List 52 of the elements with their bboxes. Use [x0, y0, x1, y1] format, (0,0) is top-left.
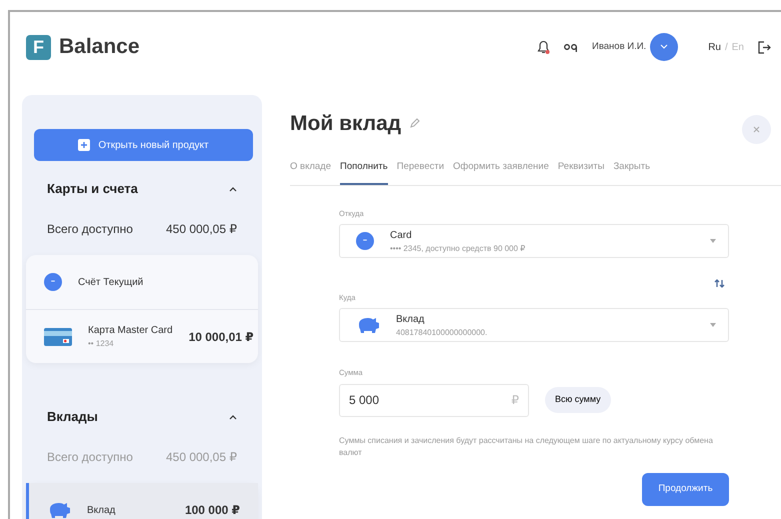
- continue-button[interactable]: Продолжить: [642, 473, 729, 506]
- user-name: Иванов И.И.: [592, 40, 646, 54]
- tab[interactable]: Пополнить: [340, 160, 388, 185]
- currency-sign: ₽: [511, 392, 519, 409]
- product-item[interactable]: Вклад 100 000 ₽: [26, 483, 258, 519]
- product-name: Вклад: [87, 504, 116, 518]
- product-name: Счёт Текущий: [78, 276, 144, 290]
- total-value: 450 000,05 ₽: [166, 221, 237, 238]
- product-item[interactable]: Карта Master Card •• 1234 10 000,01 ₽: [26, 309, 258, 363]
- source-detail: •••• 2345, доступно средств 90 000 ₽: [390, 242, 526, 254]
- product-amount: 100 000 ₽: [184, 502, 240, 519]
- plus-icon: [78, 139, 90, 151]
- target-name: Вклад: [396, 312, 426, 327]
- amount-value: 5 000: [349, 392, 380, 409]
- full-amount-button[interactable]: Всю сумму: [545, 387, 611, 413]
- caret-icon: [710, 323, 716, 328]
- chevron-icon[interactable]: [229, 186, 237, 192]
- total-value: 450 000,05 ₽: [166, 449, 237, 466]
- amount-field[interactable]: 5 000 ₽: [339, 384, 529, 416]
- account-icon: [44, 273, 62, 291]
- user-menu-button[interactable]: [650, 33, 678, 61]
- logout-icon[interactable]: [758, 40, 771, 54]
- page-title: Мой вклад: [290, 111, 402, 137]
- target-detail: 40817840100000000000.: [396, 326, 488, 339]
- language-option[interactable]: Ru: [708, 40, 721, 54]
- language-separator: /: [724, 40, 728, 54]
- select-field[interactable]: Вклад 40817840100000000000.: [339, 308, 729, 342]
- piggy-bank-icon: [47, 501, 71, 519]
- piggy-bank-icon: [356, 316, 380, 334]
- chevron-down-icon: [660, 44, 668, 50]
- section-title: Вклады: [47, 408, 98, 426]
- bank-card-icon: [44, 328, 72, 346]
- open-product-button[interactable]: Открыть новый продукт: [34, 129, 253, 161]
- glasses-icon[interactable]: [564, 42, 578, 52]
- section-title: Карты и счета: [47, 180, 138, 198]
- product-name: Карта Master Card: [88, 324, 173, 338]
- logo-mark: F: [26, 34, 51, 60]
- swap-icon[interactable]: [714, 279, 725, 288]
- product-item[interactable]: Счёт Текущий: [26, 255, 258, 309]
- card-number: •• 1234: [88, 338, 115, 350]
- source-name: Card: [390, 228, 413, 242]
- product-amount: 10 000,01 ₽: [188, 328, 254, 346]
- close-icon: [753, 126, 760, 133]
- account-icon: [356, 232, 374, 250]
- total-label: Всего доступно: [47, 221, 133, 238]
- info-text: Суммы списания и зачисления будут рассчитаны на следующем шаге по актуальному курсу обмена валют: [339, 434, 714, 460]
- bell-icon[interactable]: [536, 40, 550, 54]
- caret-icon: [710, 239, 716, 243]
- total-label: Всего доступно: [47, 449, 133, 466]
- chevron-icon[interactable]: [229, 414, 237, 420]
- select-field[interactable]: Card •••• 2345, доступно средств 90 000 ₽: [339, 224, 729, 258]
- logo-name: Balance: [59, 34, 140, 60]
